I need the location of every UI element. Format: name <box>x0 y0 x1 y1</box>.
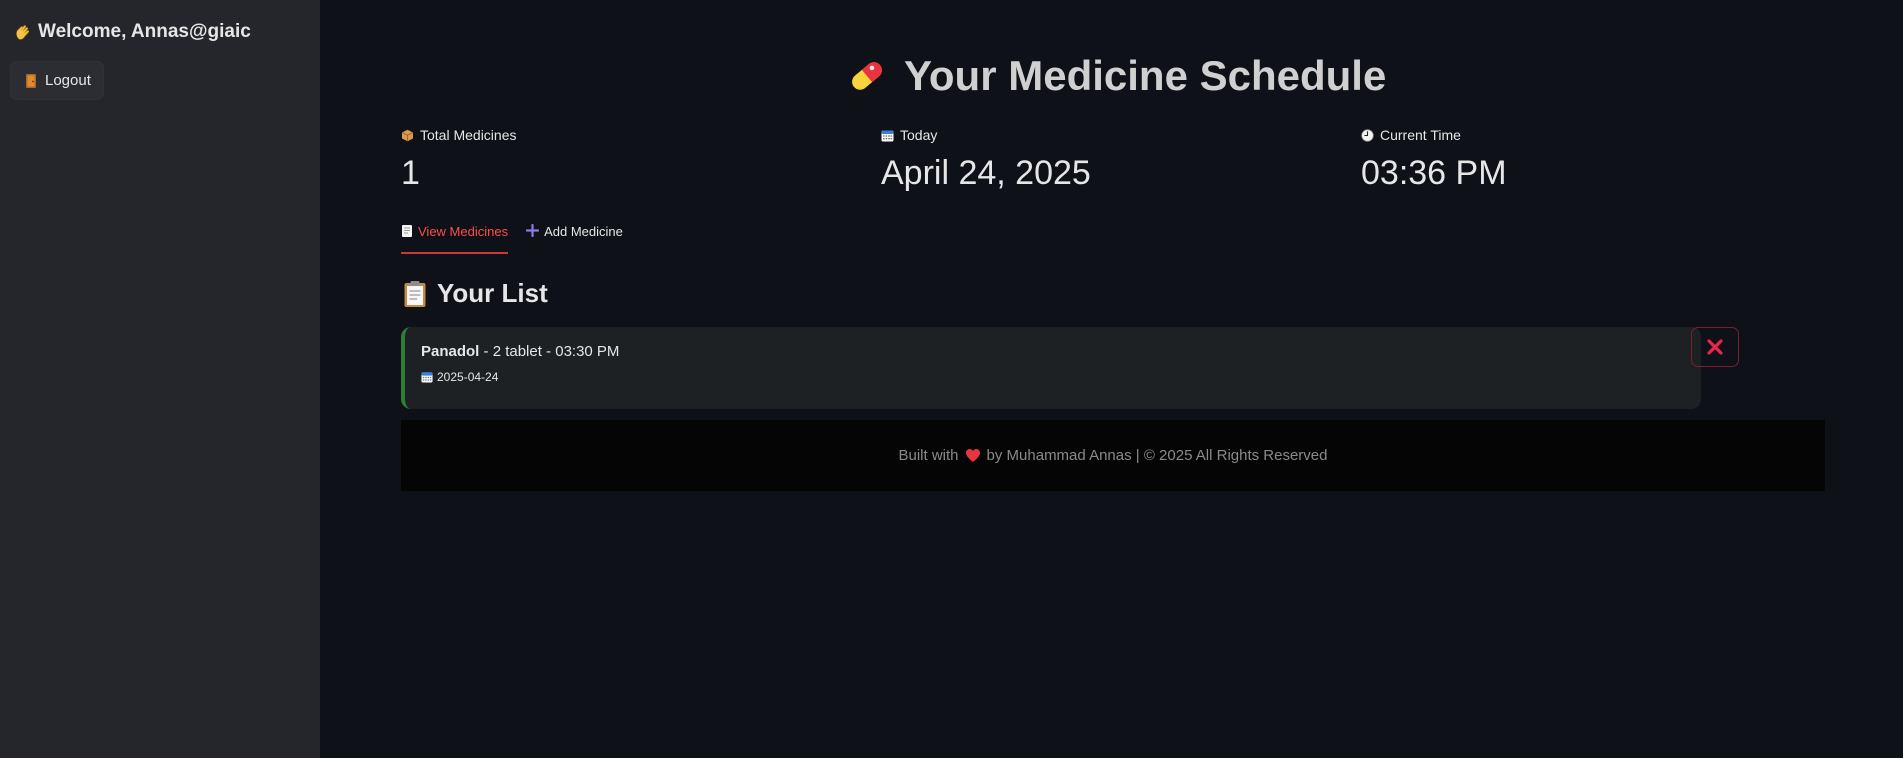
medicine-card: Panadol - 2 tablet - 03:30 PM 2025-04-24 <box>401 327 1701 409</box>
logout-button[interactable]: Logout <box>10 61 104 100</box>
medicine-name: Panadol <box>421 343 480 360</box>
memo-icon <box>401 224 413 238</box>
metric-today: Today April 24, 2025 <box>881 126 1091 193</box>
page-title-text: Your Medicine Schedule <box>904 52 1387 99</box>
app-root: Welcome, Annas@giaic Logout Your Medicin… <box>0 0 1903 758</box>
metric-total-medicines: Total Medicines 1 <box>401 126 517 193</box>
plus-icon <box>526 224 540 237</box>
pill-icon <box>844 53 890 99</box>
package-icon <box>401 129 414 142</box>
tab-label: Add Medicine <box>544 224 623 239</box>
metric-current-time: Current Time 03:36 PM <box>1361 126 1507 193</box>
heart-icon <box>965 448 981 463</box>
tab-add-medicine[interactable]: Add Medicine <box>526 222 623 254</box>
footer: Built with by Muhammad Annas | © 2025 Al… <box>401 420 1825 491</box>
metric-value: 1 <box>401 154 420 192</box>
main-content: Your Medicine Schedule Total Medicines 1 <box>320 0 1903 758</box>
metric-label: Today <box>900 127 938 143</box>
welcome-header: Welcome, Annas@giaic <box>10 19 310 45</box>
metric-label: Current Time <box>1380 127 1461 143</box>
page-title: Your Medicine Schedule <box>844 52 1386 100</box>
calendar-icon <box>421 371 433 383</box>
footer-suffix: by Muhammad Annas | © 2025 All Rights Re… <box>986 447 1328 464</box>
medicine-date-row: 2025-04-24 <box>421 370 1685 384</box>
tab-view-medicines[interactable]: View Medicines <box>401 222 509 254</box>
metric-value: 03:36 PM <box>1361 154 1507 192</box>
footer-prefix: Built with <box>898 447 959 464</box>
close-icon <box>1706 338 1724 356</box>
list-heading-text: Your List <box>437 278 548 308</box>
logout-label: Logout <box>45 72 91 89</box>
sidebar: Welcome, Annas@giaic Logout <box>0 0 320 758</box>
clock-icon <box>1361 128 1374 142</box>
door-icon <box>25 73 37 89</box>
list-heading: Your List <box>403 278 548 309</box>
calendar-icon <box>881 129 894 142</box>
medicine-details: - 2 tablet - 03:30 PM <box>479 343 620 360</box>
clipboard-icon <box>403 280 427 308</box>
metric-label-row: Current Time <box>1361 126 1507 144</box>
tab-label: View Medicines <box>418 224 509 239</box>
welcome-text: Welcome, Annas@giaic <box>38 21 251 42</box>
tab-bar: View Medicines Add Medicine <box>401 222 623 254</box>
metric-label: Total Medicines <box>420 127 517 143</box>
delete-medicine-button[interactable] <box>1691 327 1739 367</box>
waving-hand-icon <box>14 23 32 41</box>
metric-value: April 24, 2025 <box>881 154 1091 192</box>
metric-label-row: Total Medicines <box>401 126 517 144</box>
medicine-summary: Panadol - 2 tablet - 03:30 PM <box>421 343 1685 360</box>
medicine-date: 2025-04-24 <box>437 370 499 384</box>
metric-label-row: Today <box>881 126 1091 144</box>
